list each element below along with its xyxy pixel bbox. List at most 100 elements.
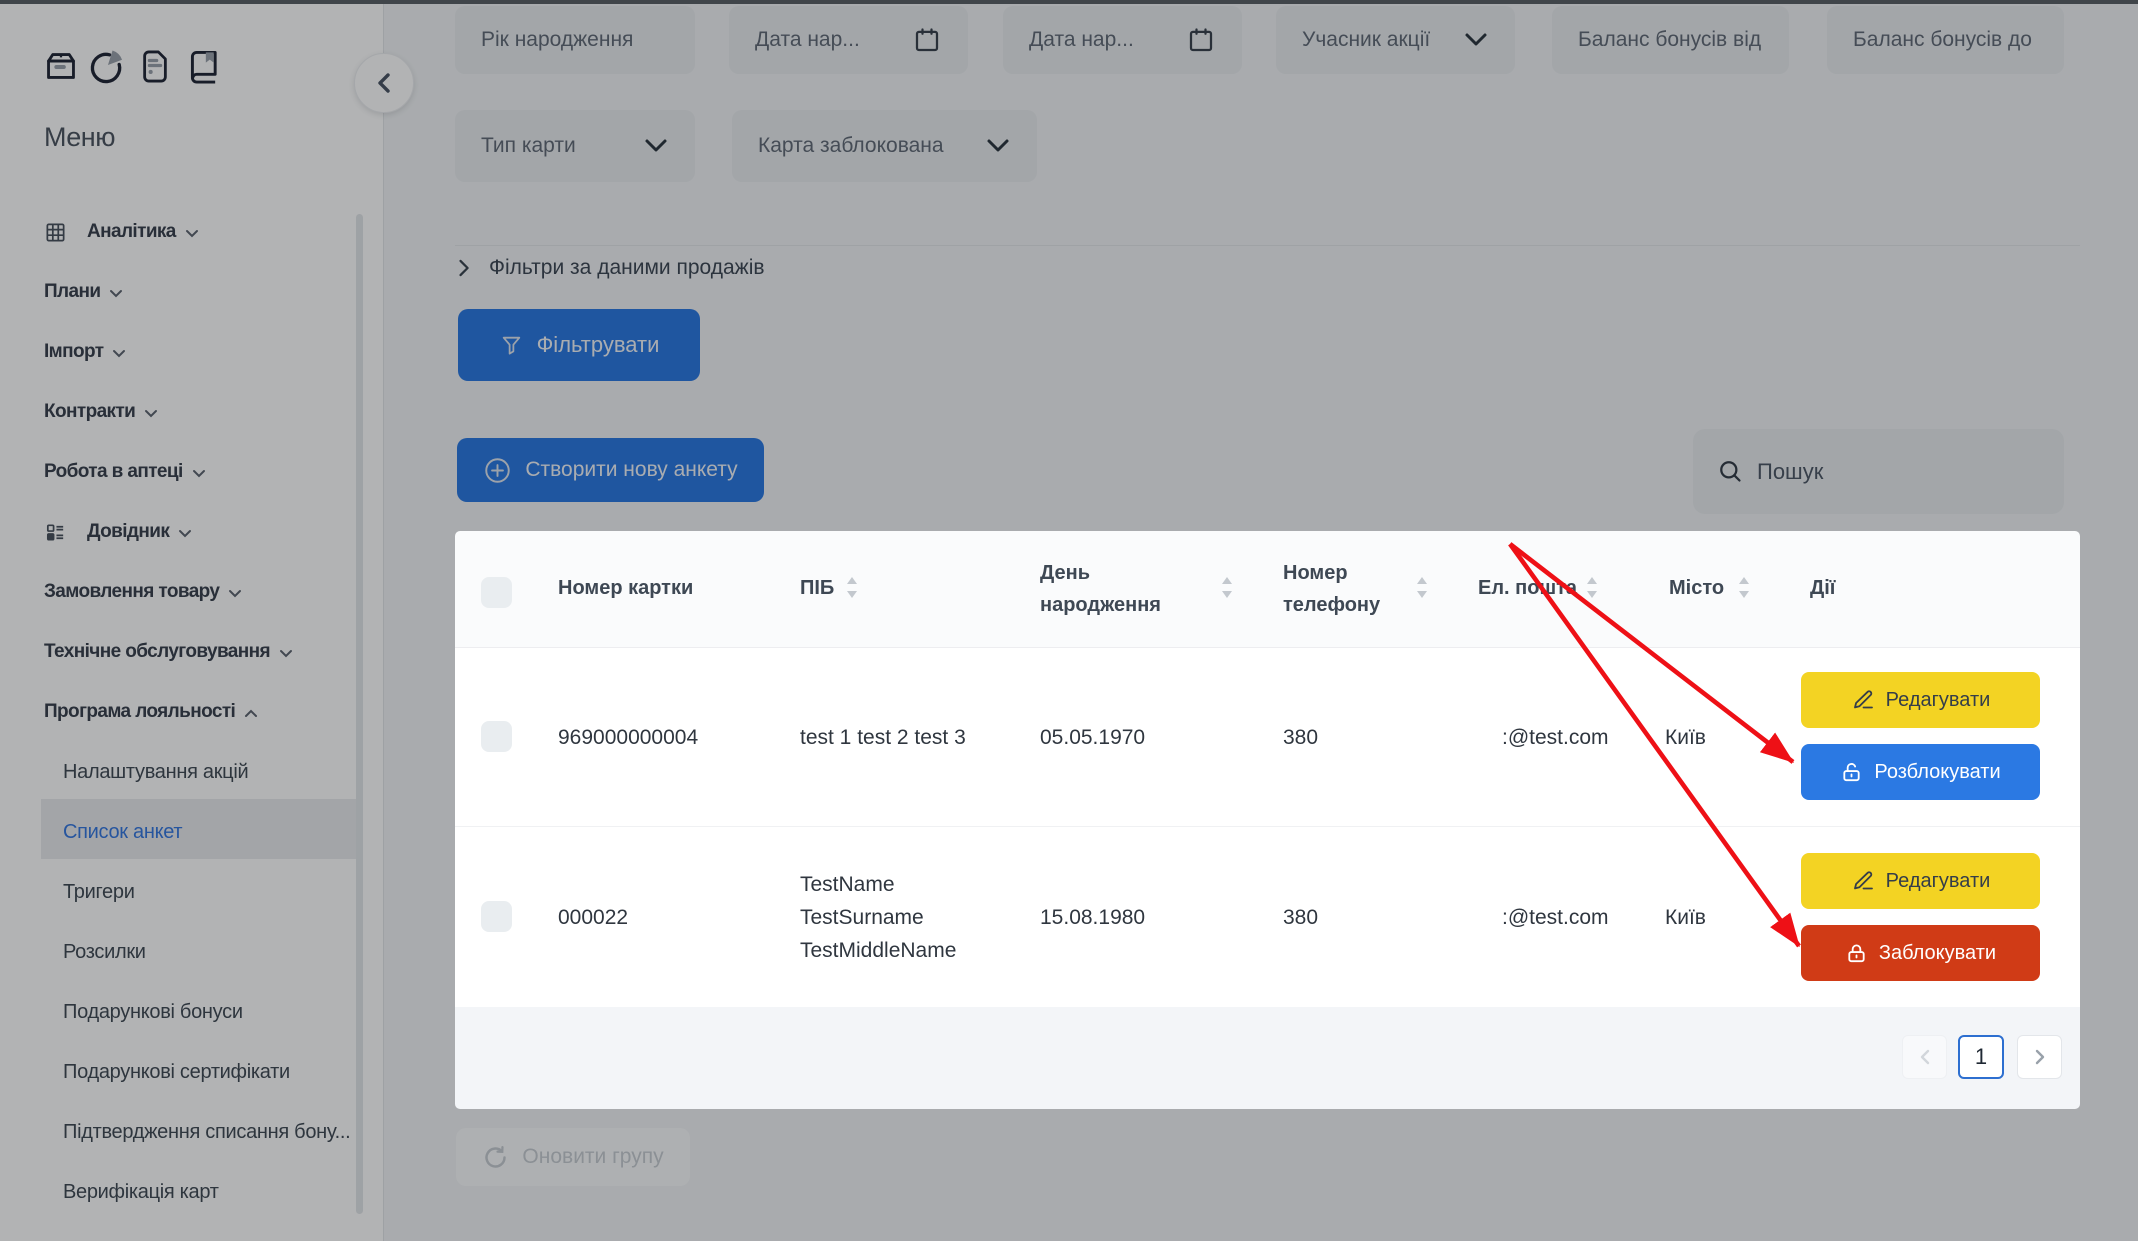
archive-box-icon[interactable] [44,48,78,84]
sidebar-item-goods-order[interactable]: Замовлення товару [44,574,242,610]
filter-birth-date-from[interactable]: Дата нар... [729,6,968,74]
column-header-name[interactable]: ПІБ [800,572,834,604]
sidebar-item-maintenance[interactable]: Технічне обслуговування [44,634,293,670]
sidebar-subitem-questionnaire-list[interactable]: Список анкет [63,814,182,850]
sidebar-subitem-mailings[interactable]: Розсилки [63,934,146,970]
sidebar-item-import[interactable]: Імпорт [44,334,126,370]
sales-filters-toggle[interactable]: Фільтри за даними продажів [457,252,765,284]
sidebar-item-analytics[interactable]: Аналітика [44,214,199,250]
pagination-next-button[interactable] [2017,1035,2062,1079]
sidebar-item-label: Імпорт [44,341,103,363]
filter-promo-participant[interactable]: Учасник акції [1276,6,1515,74]
search-icon [1717,458,1744,485]
chevron-down-icon [985,138,1011,154]
sidebar-subitem-triggers[interactable]: Тригери [63,874,135,910]
edit-button[interactable]: Редагувати [1801,853,2040,909]
chevron-down-icon [109,289,123,298]
row-checkbox[interactable] [481,721,512,752]
sidebar-subitem-gift-certificates[interactable]: Подарункові сертифікати [63,1054,290,1090]
cell-phone: 380 [1283,901,1318,934]
block-button[interactable]: Заблокувати [1801,925,2040,981]
row-checkbox[interactable] [481,901,512,932]
select-all-checkbox[interactable] [481,577,512,608]
filters-divider [455,245,2080,246]
pencil-icon [1851,869,1875,893]
column-header-card-number[interactable]: Номер картки [558,572,693,604]
unlock-icon [1840,761,1863,784]
chevron-down-icon [228,589,242,598]
lock-icon [1845,942,1868,965]
column-header-line: телефону [1283,589,1380,621]
name-line: TestSurname [800,901,956,934]
filter-bonus-balance-from[interactable]: Баланс бонусів від [1552,6,1789,74]
sort-icon[interactable] [1586,577,1598,598]
table-header: Номер картки ПІБ Деньнародження Номертел… [455,531,2080,648]
pie-chart-icon[interactable] [88,48,122,84]
sidebar-item-label: Робота в аптеці [44,461,183,483]
sort-icon[interactable] [1738,577,1750,598]
filter-card-type[interactable]: Тип карти [455,110,695,182]
chevron-left-icon [1918,1048,1932,1066]
column-header-phone[interactable]: Номертелефону [1283,557,1380,621]
cell-name: test 1 test 2 test 3 [800,721,966,754]
column-header-line: Номер [1283,557,1380,589]
cell-name: TestNameTestSurnameTestMiddleName [800,868,956,967]
edit-button[interactable]: Редагувати [1801,672,2040,728]
column-header-city[interactable]: Місто [1669,572,1724,604]
refresh-icon [482,1144,509,1171]
sort-icon[interactable] [846,577,858,598]
create-questionnaire-button[interactable]: Створити нову анкету [457,438,764,502]
sort-icon[interactable] [1416,577,1428,598]
sidebar: Меню Аналітика Плани Імпорт Контракти Ро… [0,4,384,1241]
filter-bonus-balance-to[interactable]: Баланс бонусів до [1827,6,2064,74]
chevron-down-icon [192,469,206,478]
sidebar-item-loyalty-program[interactable]: Програма лояльності [44,694,258,730]
column-header-line: народження [1040,589,1161,621]
sidebar-item-contracts[interactable]: Контракти [44,394,158,430]
sidebar-scrollbar[interactable] [356,214,363,1214]
chevron-down-icon [185,229,199,238]
sidebar-item-label: Технічне обслуговування [44,641,270,663]
search-input[interactable]: Пошук [1693,429,2064,514]
cell-city: Київ [1665,721,1706,754]
sidebar-subitem-gift-bonuses[interactable]: Подарункові бонуси [63,994,243,1030]
filter-button[interactable]: Фільтрувати [458,309,700,381]
plus-circle-icon [483,456,512,485]
chevron-up-icon [244,709,258,718]
chevron-down-icon [178,529,192,538]
sidebar-item-label: Програма лояльності [44,701,235,723]
list-icon [44,521,67,544]
pencil-icon [1851,688,1875,712]
name-line: TestMiddleName [800,934,956,967]
filter-birth-year[interactable]: Рік народження [455,6,695,74]
filter-card-blocked[interactable]: Карта заблокована [732,110,1037,182]
book-icon[interactable] [186,48,220,84]
sidebar-item-label: Плани [44,281,100,303]
window-top-edge [0,0,2138,4]
sidebar-subitem-promo-settings[interactable]: Налаштування акцій [63,754,248,790]
questionnaire-table: Номер картки ПІБ Деньнародження Номертел… [455,531,2080,1109]
filter-birth-date-to[interactable]: Дата нар... [1003,6,1242,74]
table-footer [455,1007,2080,1109]
pagination-prev-button[interactable] [1902,1035,1947,1079]
pagination-page-1[interactable]: 1 [1958,1035,2004,1079]
sidebar-subitem-card-verification[interactable]: Верифікація карт [63,1174,219,1210]
sidebar-item-directory[interactable]: Довідник [44,514,192,550]
column-header-birthday[interactable]: Деньнародження [1040,557,1161,621]
document-icon[interactable] [141,48,175,84]
funnel-icon [499,333,524,358]
column-header-actions: Дії [1810,572,1835,604]
sidebar-subitem-bonus-writeoff-confirmation[interactable]: Підтвердження списання бону... [63,1114,350,1150]
calendar-icon [912,25,942,55]
chevron-down-icon [1463,32,1489,48]
chevron-left-icon [374,72,394,94]
sort-icon[interactable] [1221,577,1233,598]
column-header-line: День [1040,557,1161,589]
sidebar-title: Меню [44,122,115,153]
column-header-email[interactable]: Ел. пошта [1478,572,1577,604]
refresh-group-button: Оновити групу [456,1128,690,1186]
sidebar-item-plans[interactable]: Плани [44,274,123,310]
sidebar-item-pharmacy-work[interactable]: Робота в аптеці [44,454,206,490]
unblock-button[interactable]: Розблокувати [1801,744,2040,800]
sidebar-collapse-button[interactable] [354,53,414,113]
